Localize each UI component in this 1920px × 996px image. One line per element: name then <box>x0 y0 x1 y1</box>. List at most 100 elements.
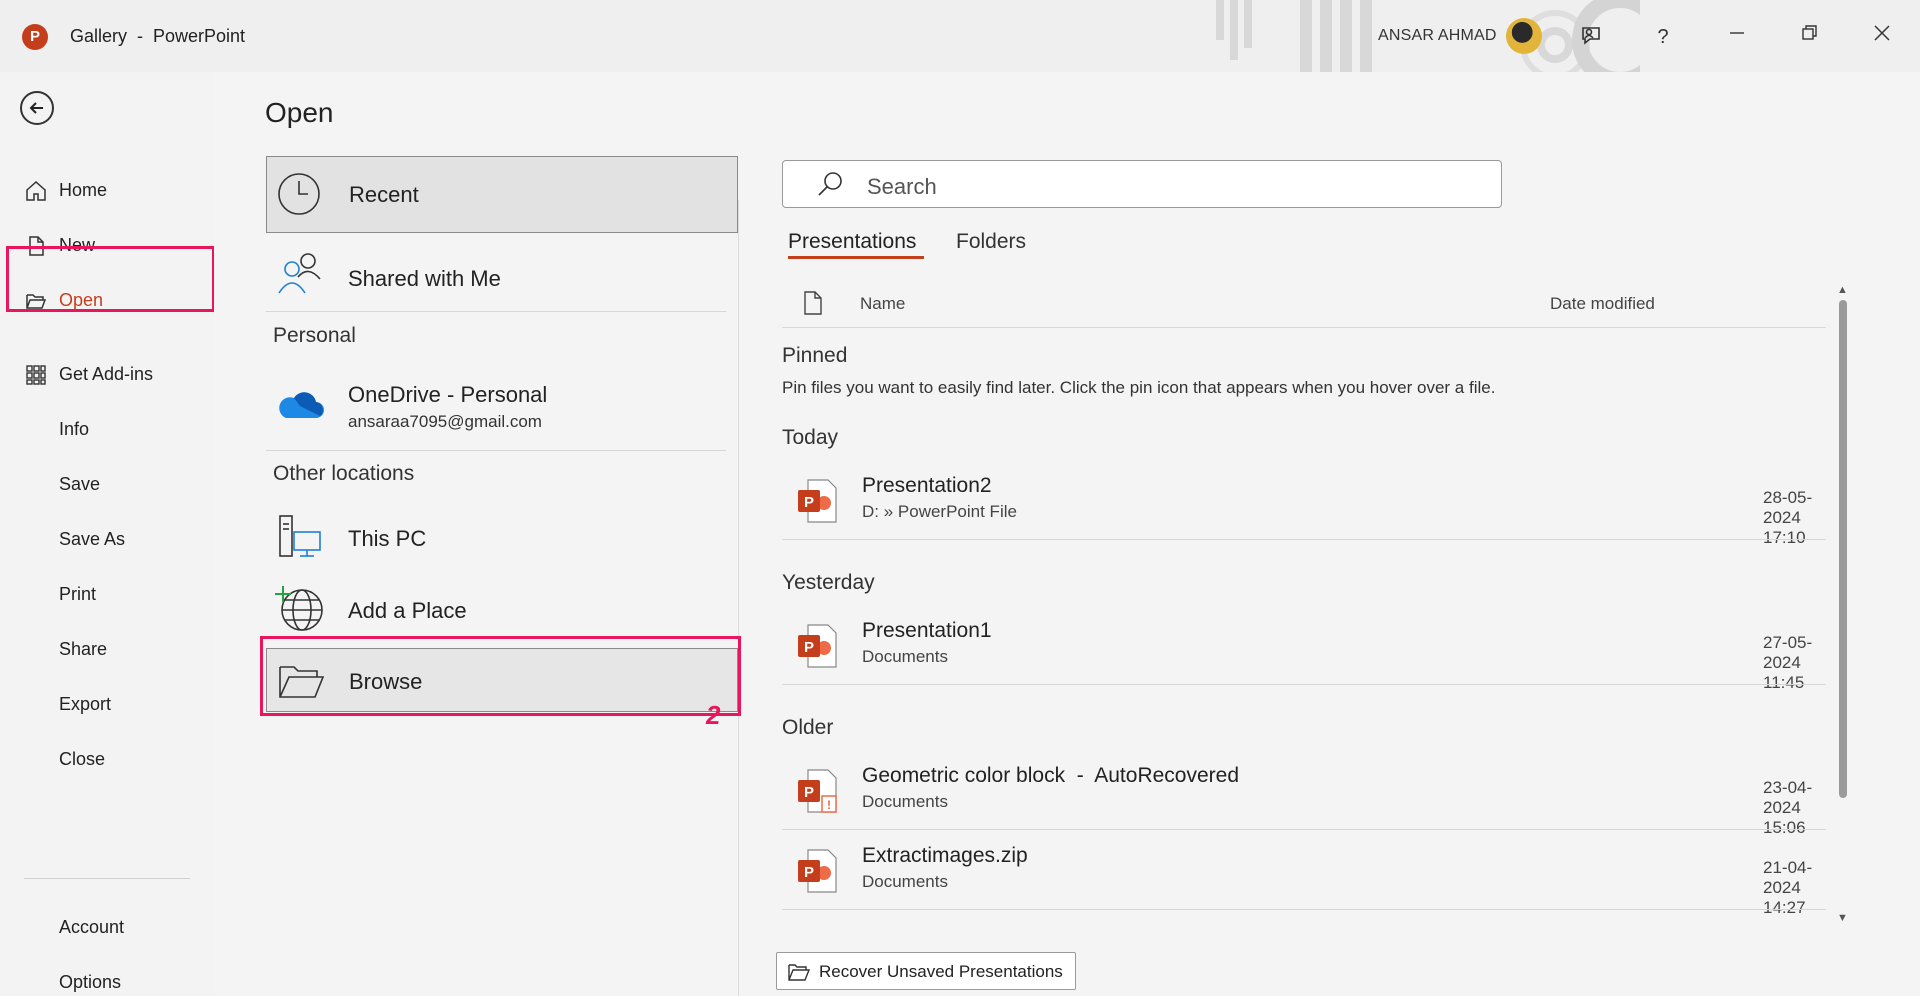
search-icon <box>815 169 845 199</box>
tab-folders[interactable]: Folders <box>956 230 1026 254</box>
location-label: Add a Place <box>348 598 467 623</box>
column-header-date-modified[interactable]: Date modified <box>1550 294 1655 314</box>
file-row[interactable]: P Extractimages.zip Documents 21-04-2024… <box>782 830 1826 917</box>
group-label-pinned: Pinned <box>782 344 848 367</box>
column-header-name[interactable]: Name <box>860 294 905 314</box>
nav-item-get-add-ins[interactable]: Get Add-ins <box>0 353 214 397</box>
group-label-today: Today <box>782 426 839 449</box>
nav-item-label: Export <box>59 694 112 714</box>
nav-item-account[interactable]: Account <box>0 906 214 950</box>
file-row[interactable]: P Presentation2 D: » PowerPoint File 28-… <box>782 460 1826 547</box>
powerpoint-logo-icon: P <box>22 24 51 50</box>
location-label: Shared with Me <box>348 266 501 291</box>
add-ins-grid-icon <box>24 363 48 387</box>
nav-item-label: Save As <box>59 529 126 549</box>
file-name: Geometric color block - AutoRecovered <box>862 764 1239 787</box>
scroll-down-arrow-icon[interactable]: ▼ <box>1837 912 1848 924</box>
svg-text:P: P <box>804 639 814 656</box>
title-bar: P Gallery - PowerPoint ANSAR AHMAD ? <box>0 0 1920 72</box>
restore-icon[interactable] <box>1792 20 1826 54</box>
file-list-scrollbar[interactable]: ▲ ▼ <box>1836 284 1850 924</box>
search-input[interactable]: Search <box>782 160 1502 208</box>
window-title: Gallery - PowerPoint <box>70 26 246 46</box>
location-label: OneDrive - Personal <box>348 382 548 407</box>
svg-text:!: ! <box>827 798 831 812</box>
help-icon[interactable]: ? <box>1646 20 1680 54</box>
file-row[interactable]: P! Geometric color block - AutoRecovered… <box>782 750 1826 837</box>
step-number-2: 2 <box>706 700 721 730</box>
row-divider <box>782 684 1826 685</box>
nav-item-label: Options <box>59 972 122 992</box>
recover-unsaved-presentations-button[interactable]: Recover Unsaved Presentations <box>776 952 1076 990</box>
open-page: Open Recent Shared with Me Personal OneD… <box>214 72 1920 996</box>
location-shared-with-me[interactable]: Shared with Me <box>266 244 738 308</box>
divider <box>266 450 726 451</box>
nav-item-info[interactable]: Info <box>0 408 214 452</box>
feedback-icon[interactable] <box>1574 20 1608 54</box>
header-divider <box>782 327 1826 328</box>
svg-text:P: P <box>804 494 814 511</box>
section-header-personal: Personal <box>273 324 356 347</box>
home-icon <box>24 179 48 203</box>
pane-divider <box>738 200 739 996</box>
nav-item-print[interactable]: Print <box>0 573 214 617</box>
folder-open-icon <box>787 961 811 988</box>
highlight-box-step-2 <box>260 636 741 716</box>
scroll-up-arrow-icon[interactable]: ▲ <box>1837 284 1848 296</box>
close-icon[interactable] <box>1865 20 1899 54</box>
onedrive-cloud-icon <box>276 386 324 427</box>
location-add-a-place[interactable]: Add a Place <box>266 576 738 640</box>
globe-add-icon <box>274 584 326 639</box>
nav-item-label: Close <box>59 749 106 769</box>
file-name: Extractimages.zip <box>862 844 1028 867</box>
page-title: Open <box>265 97 334 128</box>
pptx-file-icon: P <box>796 848 840 894</box>
file-row[interactable]: P Presentation1 Documents 27-05-2024 11:… <box>782 605 1826 692</box>
pinned-description: Pin files you want to easily find later.… <box>782 378 1496 397</box>
file-path: Documents <box>862 647 948 666</box>
nav-item-label: Save <box>59 474 101 494</box>
nav-item-close[interactable]: Close <box>0 738 214 782</box>
nav-item-label: Get Add-ins <box>59 364 154 384</box>
nav-item-export[interactable]: Export <box>0 683 214 727</box>
location-label: This PC <box>348 526 427 551</box>
nav-item-label: Account <box>59 917 125 937</box>
location-recent[interactable]: Recent <box>266 156 738 233</box>
group-label-yesterday: Yesterday <box>782 571 875 594</box>
user-name[interactable]: ANSAR AHMAD <box>1378 27 1497 45</box>
nav-item-save[interactable]: Save <box>0 463 214 507</box>
row-divider <box>782 539 1826 540</box>
file-name: Presentation1 <box>862 619 992 642</box>
nav-item-options[interactable]: Options <box>0 961 214 996</box>
file-path: D: » PowerPoint File <box>862 502 1017 521</box>
nav-item-label: Print <box>59 584 97 604</box>
clock-icon <box>277 172 321 221</box>
pptx-autorecovered-file-icon: P! <box>796 768 840 814</box>
file-path: Documents <box>862 872 948 891</box>
location-this-pc[interactable]: This PC <box>266 504 738 568</box>
nav-item-share[interactable]: Share <box>0 628 214 672</box>
recover-button-label: Recover Unsaved Presentations <box>819 962 1063 981</box>
row-divider <box>782 909 1826 910</box>
nav-item-label: Home <box>59 180 108 200</box>
avatar[interactable] <box>1506 18 1542 54</box>
backstage-nav: Home New Open Get Add-ins Info Save Save… <box>0 72 214 996</box>
highlight-box-step-1 <box>6 246 215 312</box>
nav-item-label: Share <box>59 639 108 659</box>
search-placeholder: Search <box>867 174 937 199</box>
tab-underline <box>788 256 924 259</box>
this-pc-icon <box>276 514 324 567</box>
back-arrow-icon[interactable] <box>20 91 54 125</box>
location-onedrive-personal[interactable]: OneDrive - Personal ansaraa7095@gmail.co… <box>266 368 738 448</box>
people-icon <box>276 251 322 302</box>
nav-item-save-as[interactable]: Save As <box>0 518 214 562</box>
scroll-thumb[interactable] <box>1839 300 1847 798</box>
minimize-icon[interactable] <box>1720 20 1754 54</box>
file-path: Documents <box>862 792 948 811</box>
nav-item-home[interactable]: Home <box>0 169 214 213</box>
tab-presentations[interactable]: Presentations <box>788 230 916 254</box>
nav-divider <box>24 878 190 879</box>
file-name: Presentation2 <box>862 474 992 497</box>
section-header-other-locations: Other locations <box>273 462 415 485</box>
document-icon <box>803 290 823 321</box>
